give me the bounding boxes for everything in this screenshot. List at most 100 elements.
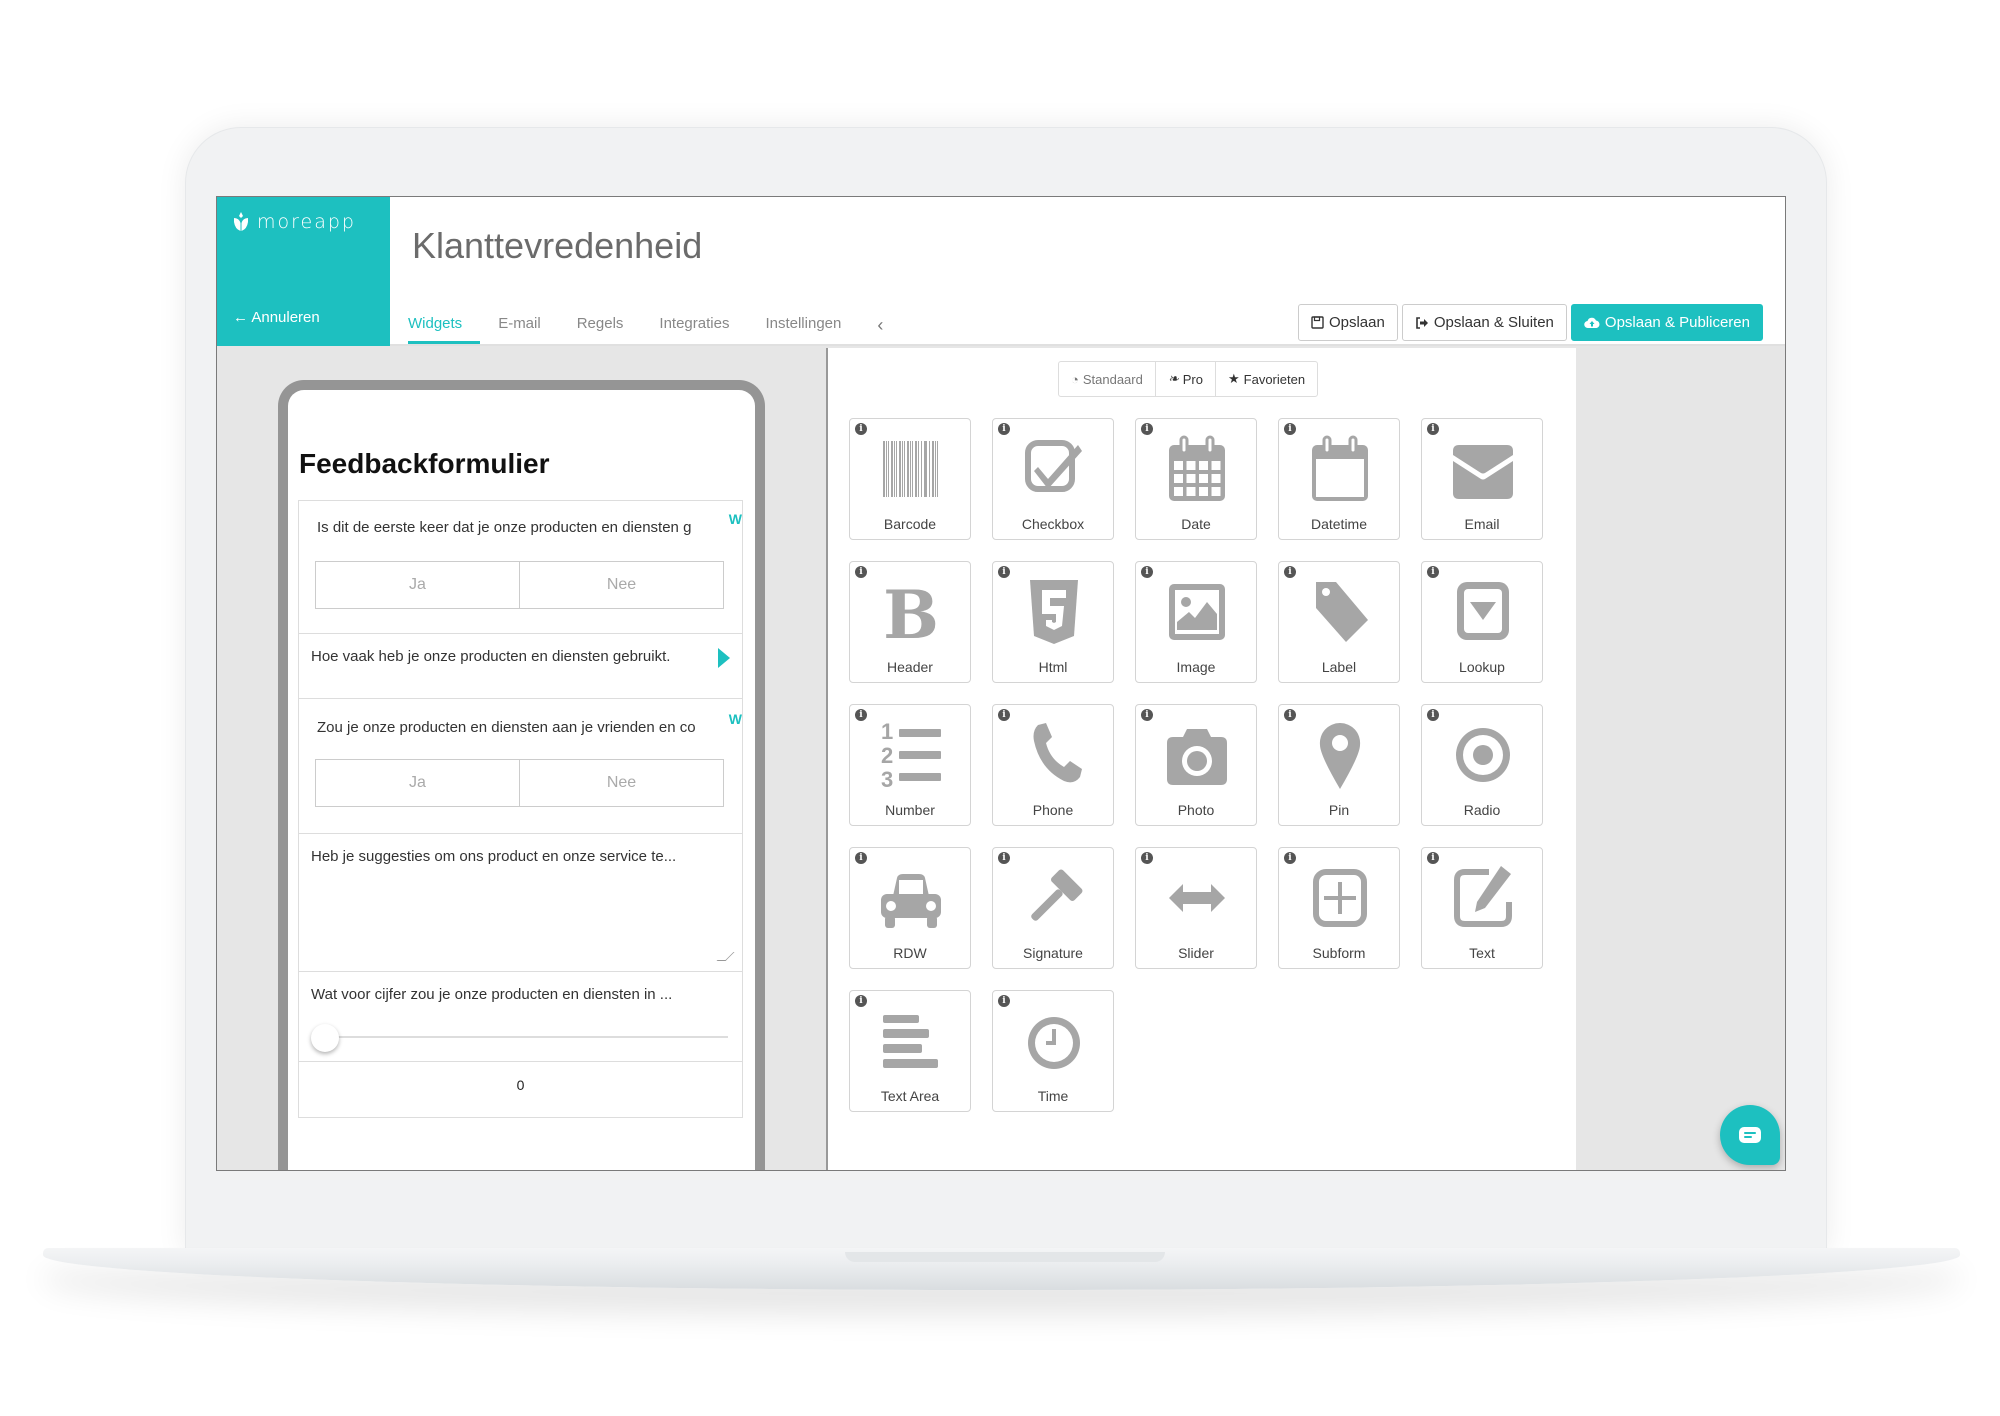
envelope-icon xyxy=(1453,445,1513,499)
bold-icon: B xyxy=(883,576,939,648)
widget-label: Email xyxy=(1464,516,1500,532)
info-icon[interactable]: i xyxy=(855,423,867,435)
widget-tile-date[interactable]: i Date xyxy=(1135,418,1257,540)
no-option[interactable]: Nee xyxy=(519,760,723,806)
info-icon[interactable]: i xyxy=(855,709,867,721)
info-icon[interactable]: i xyxy=(1284,852,1296,864)
chevron-left-icon[interactable]: ‹ xyxy=(859,315,901,344)
widget-tile-slider[interactable]: i Slider xyxy=(1135,847,1257,969)
info-icon[interactable]: i xyxy=(1427,852,1439,864)
info-icon[interactable]: i xyxy=(1141,709,1153,721)
info-icon[interactable]: i xyxy=(1427,709,1439,721)
widget-label: Text xyxy=(1469,945,1495,961)
form-field-lookup[interactable]: Hoe vaak heb je onze producten en dienst… xyxy=(298,633,743,699)
widget-tile-radio[interactable]: i Radio xyxy=(1421,704,1543,826)
widget-tile-header[interactable]: i B Header xyxy=(849,561,971,683)
tab-integrations[interactable]: Integraties xyxy=(641,315,747,344)
image-icon xyxy=(1169,584,1225,640)
info-icon[interactable]: i xyxy=(1427,423,1439,435)
widget-tile-lookup[interactable]: i Lookup xyxy=(1421,561,1543,683)
filter-standard[interactable]: ◔ Standaard xyxy=(1059,362,1155,396)
resize-handle-icon[interactable] xyxy=(716,952,735,961)
widget-tile-html[interactable]: i Html xyxy=(992,561,1114,683)
widget-label: Barcode xyxy=(883,516,937,532)
widget-tile-subform[interactable]: i Subform xyxy=(1278,847,1400,969)
info-icon[interactable]: i xyxy=(1141,566,1153,578)
logo[interactable]: moreapp xyxy=(233,211,356,233)
slider-track[interactable] xyxy=(323,1036,728,1038)
no-option[interactable]: Nee xyxy=(519,562,723,608)
widget-label: Phone xyxy=(1032,802,1074,818)
widget-tile-checkbox[interactable]: i Checkbox xyxy=(992,418,1114,540)
info-icon[interactable]: i xyxy=(855,852,867,864)
form-field-yesno[interactable]: Zou je onze producten en diensten aan je… xyxy=(298,698,743,834)
info-icon[interactable]: i xyxy=(1427,566,1439,578)
widget-tile-rdw[interactable]: i RDW xyxy=(849,847,971,969)
info-icon[interactable]: i xyxy=(1141,423,1153,435)
widget-label: Image xyxy=(1176,659,1216,675)
widget-label: Text Area xyxy=(880,1088,940,1104)
widget-label: RDW xyxy=(893,945,927,961)
info-icon[interactable]: i xyxy=(998,566,1010,578)
yes-option[interactable]: Ja xyxy=(316,760,519,806)
svg-text:2: 2 xyxy=(881,743,893,768)
info-icon[interactable]: i xyxy=(1141,852,1153,864)
filter-pro[interactable]: ❧ Pro xyxy=(1154,362,1215,396)
gavel-icon xyxy=(1031,869,1083,921)
map-pin-icon xyxy=(1319,722,1361,789)
widget-label: Pin xyxy=(1328,802,1350,818)
widget-tile-email[interactable]: i Email xyxy=(1421,418,1543,540)
widget-tile-barcode[interactable]: i Barcode xyxy=(849,418,971,540)
info-icon[interactable]: i xyxy=(1284,709,1296,721)
yes-option[interactable]: Ja xyxy=(316,562,519,608)
widget-tile-image[interactable]: i Image xyxy=(1135,561,1257,683)
save-publish-button[interactable]: Opslaan & Publiceren xyxy=(1570,304,1763,341)
widget-tile-time[interactable]: i Time xyxy=(992,990,1114,1112)
widget-label: Number xyxy=(885,802,935,818)
cancel-label: Annuleren xyxy=(251,309,320,326)
slider-thumb[interactable] xyxy=(311,1024,339,1052)
info-icon[interactable]: i xyxy=(855,995,867,1007)
cloud-upload-icon xyxy=(1584,317,1600,328)
tab-email[interactable]: E-mail xyxy=(480,315,559,344)
widget-tile-label[interactable]: i Label xyxy=(1278,561,1400,683)
filter-favorites[interactable]: ★ Favorieten xyxy=(1215,362,1317,396)
chat-button[interactable] xyxy=(1720,1105,1780,1165)
info-icon[interactable]: i xyxy=(1284,423,1296,435)
info-icon[interactable]: i xyxy=(998,995,1010,1007)
widget-tile-text-area[interactable]: i Text Area xyxy=(849,990,971,1112)
chat-icon xyxy=(1739,1127,1761,1143)
info-icon[interactable]: i xyxy=(998,709,1010,721)
cancel-link[interactable]: ← Annuleren xyxy=(233,309,320,326)
widget-tile-text[interactable]: i Text xyxy=(1421,847,1543,969)
save-close-label: Opslaan & Sluiten xyxy=(1433,314,1554,331)
widget-tile-pin[interactable]: i Pin xyxy=(1278,704,1400,826)
form-field-yesno[interactable]: Is dit de eerste keer dat je onze produc… xyxy=(298,500,743,634)
tab-settings[interactable]: Instellingen xyxy=(747,315,859,344)
save-button[interactable]: Opslaan xyxy=(1297,304,1398,341)
checkbox-icon xyxy=(1025,440,1082,492)
tab-widgets[interactable]: Widgets xyxy=(408,315,481,344)
form-field-textarea[interactable]: Heb je suggesties om ons product en onze… xyxy=(298,833,743,972)
widget-tile-number[interactable]: i 1 2 3 Number xyxy=(849,704,971,826)
info-icon[interactable]: i xyxy=(1284,566,1296,578)
page-title: Klanttevredenheid xyxy=(412,225,703,266)
question-text: Heb je suggesties om ons product en onze… xyxy=(311,848,677,865)
dropdown-icon xyxy=(1457,582,1509,640)
widget-label: Time xyxy=(1037,1088,1069,1104)
html5-icon xyxy=(1030,580,1078,644)
tab-rules[interactable]: Regels xyxy=(559,315,642,344)
form-field-slider[interactable]: Wat voor cijfer zou je onze producten en… xyxy=(298,971,743,1118)
laptop-notch xyxy=(845,1252,1165,1262)
widget-tile-signature[interactable]: i Signature xyxy=(992,847,1114,969)
info-icon[interactable]: i xyxy=(998,852,1010,864)
save-close-button[interactable]: Opslaan & Sluiten xyxy=(1401,304,1567,341)
widget-label: Photo xyxy=(1177,802,1215,818)
widget-tile-phone[interactable]: i Phone xyxy=(992,704,1114,826)
widget-filter: ◔ Standaard ❧ Pro ★ Favorieten xyxy=(1058,361,1319,397)
widget-tile-photo[interactable]: i Photo xyxy=(1135,704,1257,826)
calendar-blank-icon xyxy=(1312,435,1368,501)
info-icon[interactable]: i xyxy=(998,423,1010,435)
info-icon[interactable]: i xyxy=(855,566,867,578)
widget-tile-datetime[interactable]: i Datetime xyxy=(1278,418,1400,540)
